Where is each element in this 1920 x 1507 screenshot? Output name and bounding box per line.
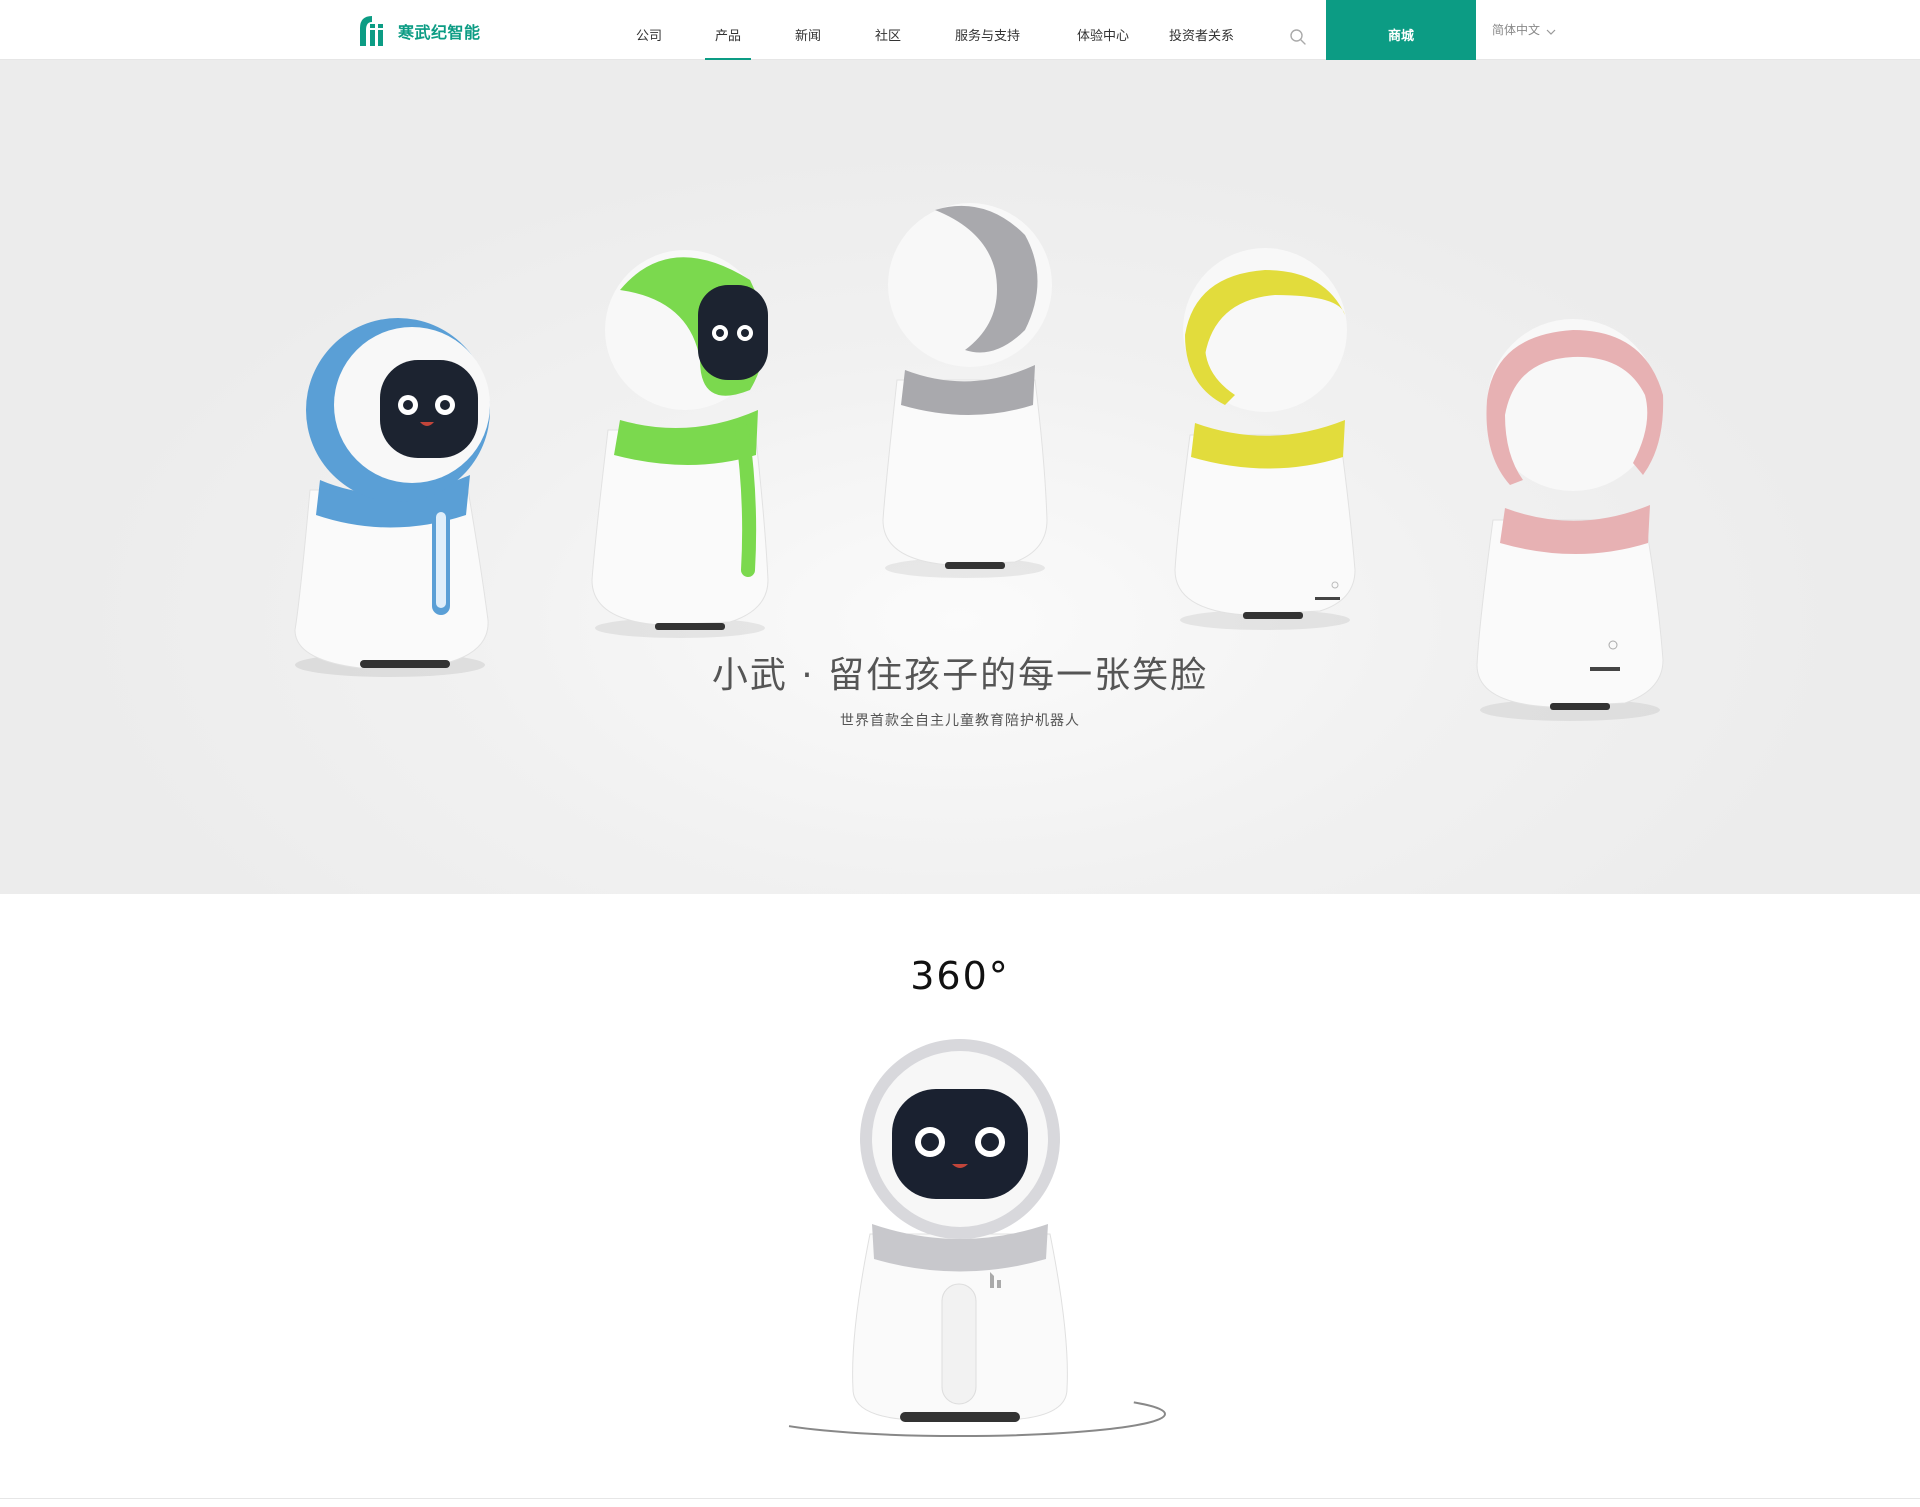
language-selector[interactable]: 简体中文 [1492,0,1556,60]
robot-blue-image [294,318,490,677]
section-360-view: 360° [0,894,1920,1494]
logo-text: 寒武纪智能 [398,23,481,42]
hero-subtitle: 世界首款全自主儿童教育陪护机器人 [840,713,1080,729]
robot-yellow-image [1174,248,1356,630]
shop-button[interactable]: 商城 [1326,0,1476,60]
chevron-down-icon [1546,29,1556,35]
language-label: 简体中文 [1492,23,1541,37]
hero-banner: 小武 · 留住孩子的每一张笑脸 世界首款全自主儿童教育陪护机器人 [0,60,1920,894]
nav-item-products[interactable]: 产品 [704,0,752,60]
top-navigation-bar: 寒武纪智能 公司 产品 新闻 社区 服务与支持 体验中心 投资者关系 商城 简体… [0,0,1920,60]
nav-item-investor-relations[interactable]: 投资者关系 [1169,0,1234,60]
nav-item-service-support[interactable]: 服务与支持 [955,0,1020,60]
robot-360-view-image[interactable] [750,1014,1170,1444]
footer-divider [0,1498,1920,1499]
hero-title: 小武 · 留住孩子的每一张笑脸 [711,655,1209,696]
section-360-title: 360° [910,954,1010,998]
robot-grey-image [882,203,1052,578]
nav-item-experience-center[interactable]: 体验中心 [1077,0,1129,60]
search-icon[interactable] [1289,28,1307,46]
robot-green-image [591,250,769,638]
nav-item-news[interactable]: 新闻 [795,0,821,60]
logo-icon [360,16,383,46]
brand-logo[interactable]: 寒武纪智能 [358,14,481,48]
nav-item-community[interactable]: 社区 [875,0,901,60]
nav-item-company[interactable]: 公司 [636,0,662,60]
